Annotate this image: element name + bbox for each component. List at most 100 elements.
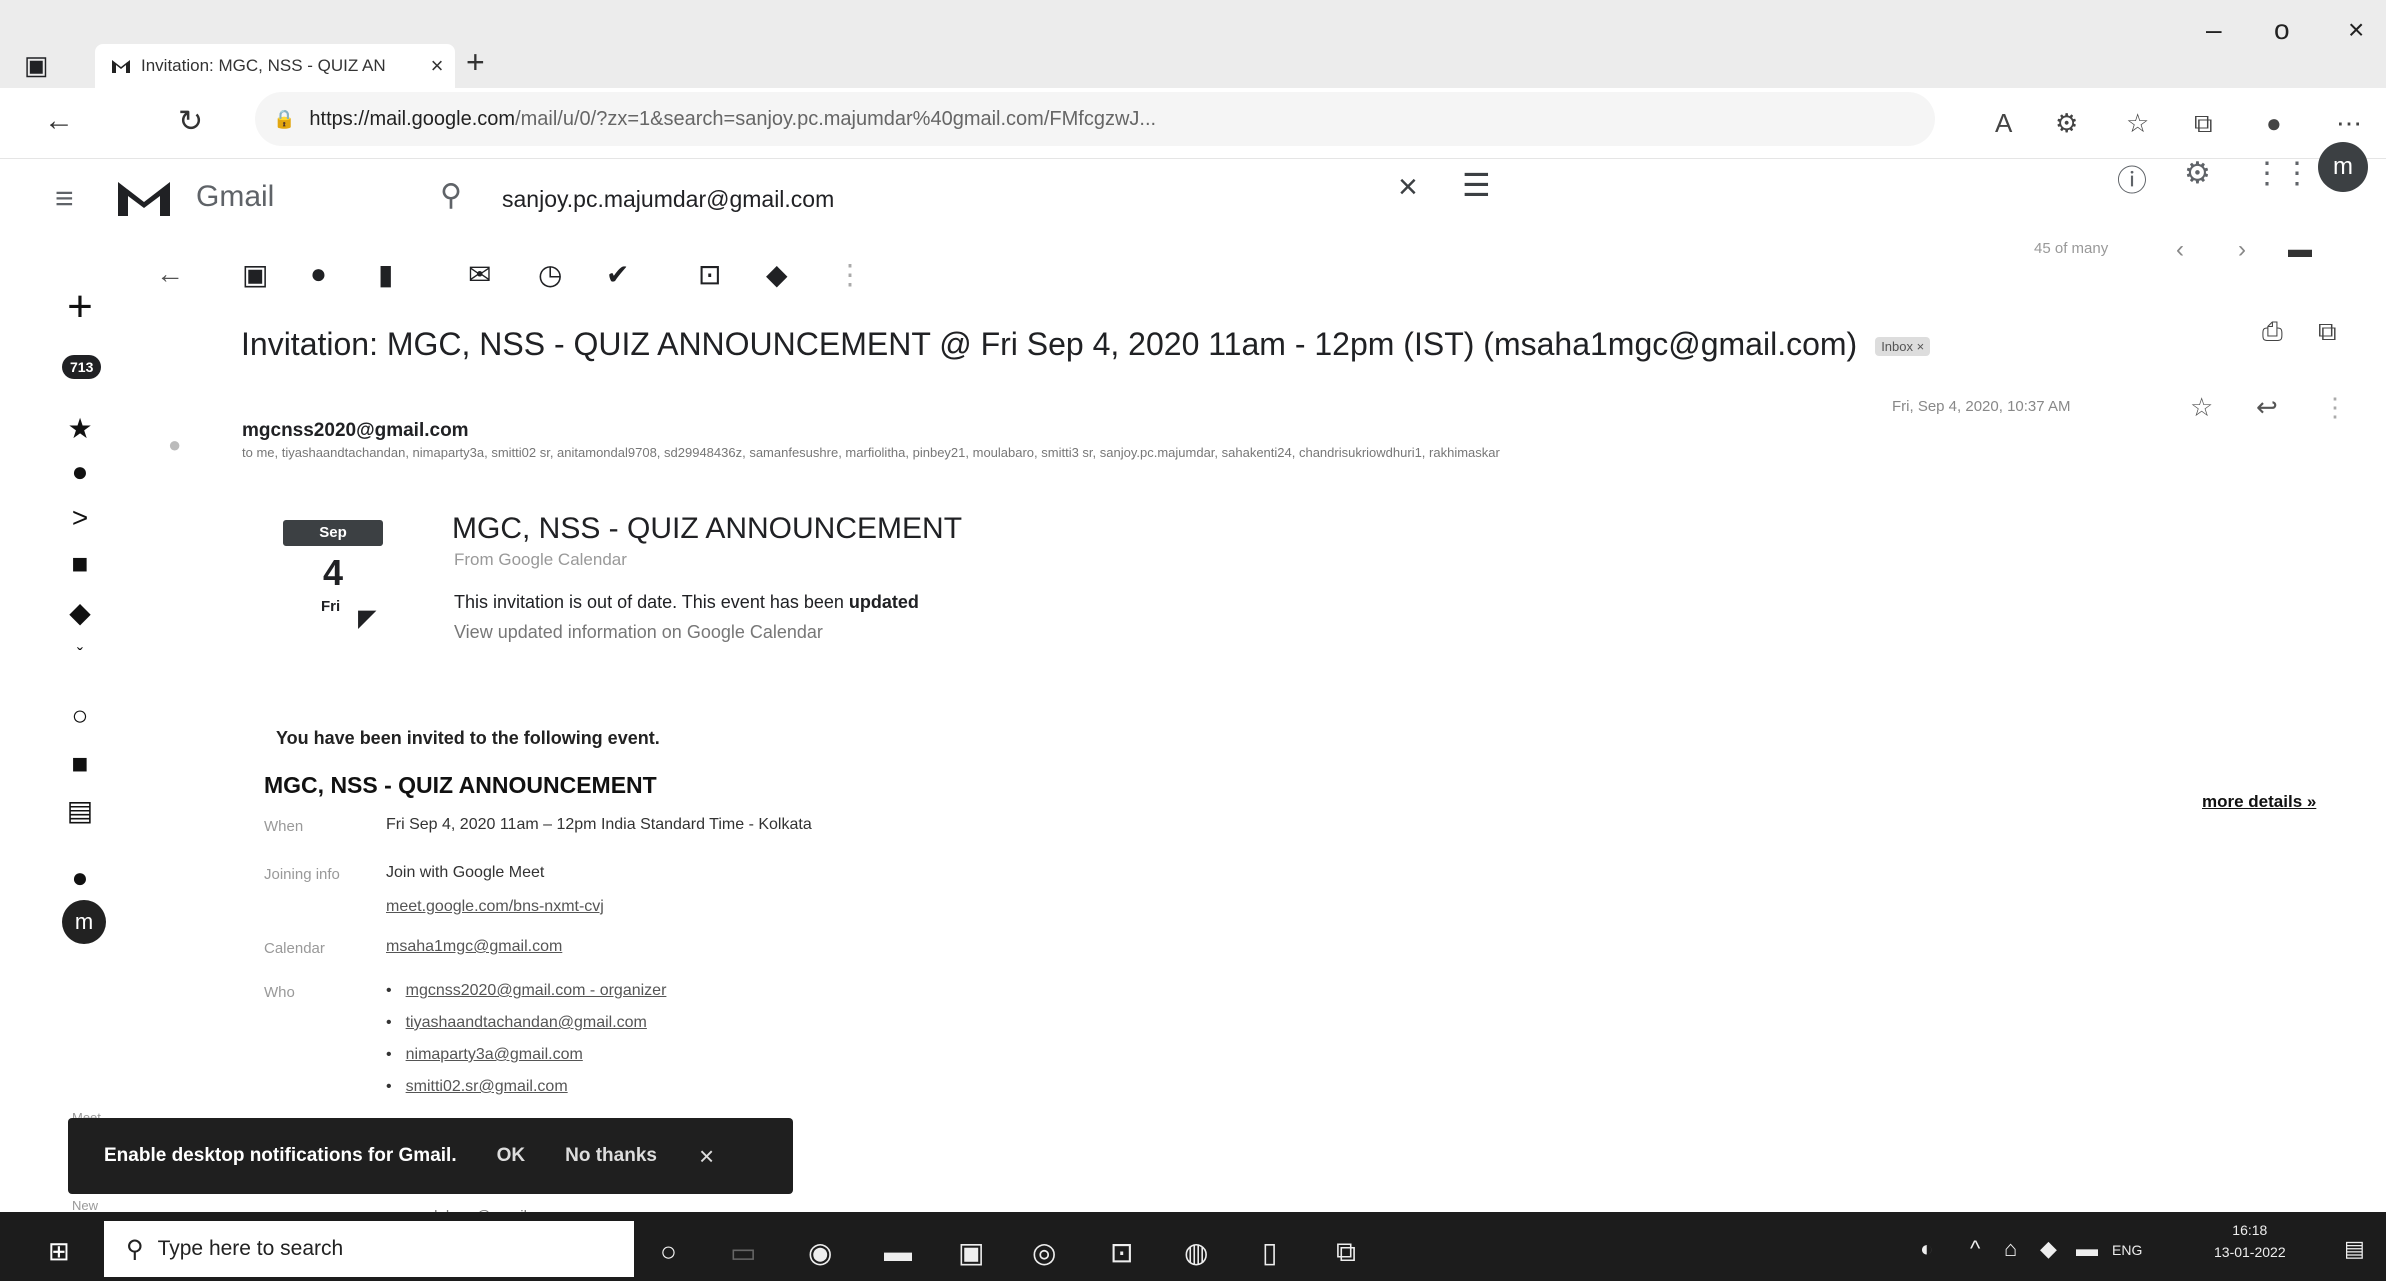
label-icon[interactable]: ◆ — [55, 596, 105, 629]
file-explorer-icon[interactable]: ▬ — [884, 1236, 912, 1268]
meet-new-icon[interactable]: ○ — [55, 700, 105, 732]
task-view-icon[interactable]: ▭ — [730, 1236, 756, 1269]
guest-email[interactable]: smitti02.sr@gmail.com — [406, 1078, 568, 1095]
archive-icon[interactable]: ▣ — [242, 258, 268, 291]
refresh-icon[interactable]: ↻ — [178, 104, 203, 139]
desktop-notification-bar: Enable desktop notifications for Gmail. … — [68, 1118, 793, 1194]
guest-email[interactable]: mgcnss2020@gmail.com - organizer — [406, 982, 667, 999]
calendar-email-link[interactable]: msaha1mgc@gmail.com — [386, 938, 562, 956]
view-updated-link[interactable]: View updated information on Google Calen… — [454, 622, 823, 643]
recipients-line[interactable]: to me, tiyashaandtachandan, nimaparty3a,… — [242, 445, 2202, 460]
taskbar-app-icon[interactable]: ▯ — [1262, 1236, 1277, 1269]
move-to-icon[interactable]: ⊡ — [698, 258, 721, 291]
unread-count-badge: 713 — [62, 355, 102, 379]
search-icon[interactable]: ⚲ — [440, 178, 462, 213]
help-icon[interactable]: ⓘ — [2117, 156, 2147, 200]
favorites-star-icon[interactable]: ☆ — [2126, 108, 2149, 139]
notification-no-thanks-button[interactable]: No thanks — [565, 1145, 657, 1167]
gmail-logo-icon[interactable] — [114, 176, 174, 225]
tab-actions-icon[interactable]: ▣ — [24, 50, 64, 84]
windows-start-icon[interactable]: ⊞ — [48, 1236, 70, 1267]
url-field[interactable]: 🔒 https://mail.google.com /mail/u/0/?zx=… — [255, 92, 1935, 146]
collections-icon[interactable]: ⧉ — [2194, 108, 2213, 140]
new-tab-button[interactable]: + — [466, 44, 485, 81]
guest-email[interactable]: tiyashaandtachandan@gmail.com — [406, 1014, 647, 1031]
snoozed-icon[interactable]: ● — [55, 456, 105, 488]
network-icon[interactable]: ⌂ — [2004, 1236, 2017, 1262]
notification-ok-button[interactable]: OK — [497, 1145, 526, 1167]
meet-join-icon[interactable]: ▤ — [55, 794, 105, 827]
chrome-icon[interactable]: ◎ — [1032, 1236, 1056, 1269]
tray-app-icon[interactable]: ◐ — [1920, 1236, 1933, 1262]
store-icon[interactable]: ▣ — [958, 1236, 984, 1269]
tray-chevron-icon[interactable]: ^ — [1970, 1236, 1980, 1262]
reply-icon[interactable]: ↩ — [2256, 392, 2278, 423]
profile-icon[interactable]: ● — [2266, 108, 2282, 139]
delete-icon[interactable]: ▮ — [378, 258, 393, 291]
older-icon[interactable]: › — [2238, 236, 2246, 264]
expand-more-icon[interactable]: ˇ — [55, 645, 105, 666]
input-tools-icon[interactable]: ▬ — [2288, 236, 2312, 264]
browser-tab[interactable]: Invitation: MGC, NSS - QUIZ AN × — [95, 44, 455, 88]
cortana-icon[interactable]: ○ — [660, 1236, 677, 1268]
back-to-results-icon[interactable]: ← — [156, 258, 184, 290]
clear-search-icon[interactable]: × — [1398, 168, 1418, 207]
compose-plus-icon[interactable]: + — [55, 282, 105, 332]
sent-icon[interactable]: > — [55, 502, 105, 534]
taskbar-search-box[interactable]: ⚲ Type here to search — [104, 1221, 634, 1277]
outdated-text: This invitation is out of date. This eve… — [454, 592, 849, 612]
guest-email[interactable]: nimaparty3a@gmail.com — [406, 1046, 583, 1063]
email-subject: Invitation: MGC, NSS - QUIZ ANNOUNCEMENT… — [241, 326, 1931, 363]
read-aloud-icon[interactable]: A — [1995, 108, 2012, 139]
main-menu-icon[interactable]: ≡ — [55, 180, 74, 217]
volume-icon[interactable]: ◆ — [2040, 1236, 2057, 1262]
snooze-icon[interactable]: ◷ — [538, 258, 562, 291]
who-label: Who — [264, 984, 295, 1001]
star-icon[interactable]: ☆ — [2190, 392, 2213, 423]
inbox-label-chip[interactable]: Inbox × — [1875, 337, 1931, 357]
search-input[interactable] — [500, 176, 1364, 222]
hangouts-icon[interactable]: ● — [55, 862, 105, 894]
drafts-icon[interactable]: ■ — [55, 548, 105, 580]
print-icon[interactable]: ⎙ — [2262, 316, 2283, 348]
calendar-month: Sep — [283, 520, 383, 546]
taskbar-app-icon[interactable]: ◍ — [1184, 1236, 1208, 1269]
more-menu-icon[interactable]: ⋯ — [2336, 108, 2362, 139]
battery-icon[interactable]: ▬ — [2076, 1236, 2098, 1262]
more-actions-icon[interactable]: ⋮ — [836, 258, 864, 291]
maximize-button[interactable]: o — [2274, 14, 2290, 46]
extension-icon[interactable]: ⚙ — [2055, 108, 2078, 139]
tab-title: Invitation: MGC, NSS - QUIZ AN — [141, 56, 386, 75]
open-new-window-icon[interactable]: ⧉ — [2318, 316, 2337, 348]
notification-center-icon[interactable]: ▤ — [2344, 1236, 2365, 1262]
starred-icon[interactable]: ★ — [55, 412, 105, 445]
edge-icon[interactable]: ◉ — [808, 1236, 832, 1269]
meet-link[interactable]: meet.google.com/bns-nxmt-cvj — [386, 898, 604, 916]
labels-icon[interactable]: ◆ — [766, 258, 788, 291]
report-spam-icon[interactable]: ● — [310, 258, 327, 290]
message-more-icon[interactable]: ⋮ — [2322, 392, 2348, 423]
more-details-link[interactable]: more details » — [2202, 792, 2316, 812]
add-to-tasks-icon[interactable]: ✔ — [606, 258, 629, 291]
window-close-button[interactable]: × — [2348, 14, 2364, 46]
apps-grid-icon[interactable]: ⋮⋮ — [2252, 156, 2312, 191]
meet-video-icon[interactable]: ■ — [55, 748, 105, 780]
hangouts-avatar[interactable]: m — [62, 900, 106, 944]
guest-item: • smitti02.sr@gmail.com — [386, 1078, 568, 1095]
tab-close-icon[interactable]: × — [419, 53, 455, 79]
mark-unread-icon[interactable]: ✉ — [468, 258, 491, 291]
calendar-expand-icon[interactable]: ◤ — [358, 604, 376, 633]
settings-gear-icon[interactable]: ⚙ — [2184, 156, 2211, 191]
sender-email[interactable]: mgcnss2020@gmail.com — [242, 420, 469, 442]
newer-icon[interactable]: ‹ — [2176, 236, 2184, 264]
gmail-wordmark: Gmail — [196, 180, 275, 213]
account-avatar[interactable]: m — [2318, 142, 2368, 192]
minimize-button[interactable]: – — [2206, 14, 2222, 46]
language-indicator[interactable]: ENG — [2112, 1242, 2142, 1258]
taskbar-clock[interactable]: 16:18 13-01-2022 — [2214, 1219, 2286, 1263]
taskbar-app-icon[interactable]: ⊡ — [1110, 1236, 1133, 1269]
taskbar-app-icon[interactable]: ⧉ — [1336, 1236, 1356, 1269]
search-options-icon[interactable]: ☰ — [1462, 166, 1491, 204]
back-icon[interactable]: ← — [44, 104, 74, 138]
notification-close-icon[interactable]: × — [699, 1141, 714, 1172]
